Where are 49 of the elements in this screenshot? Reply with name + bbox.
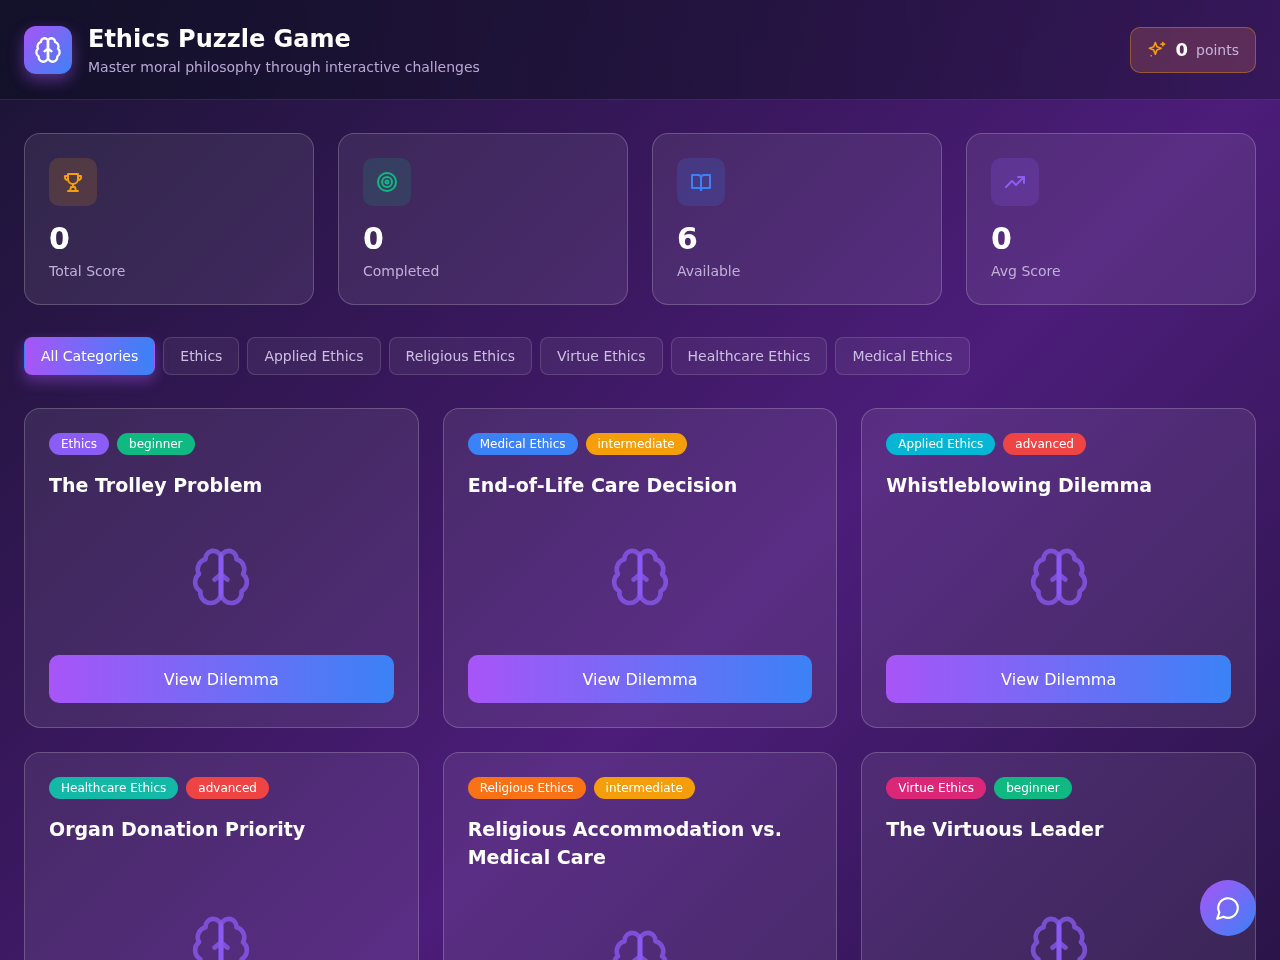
stat-value: 6 — [677, 222, 699, 255]
tag: beginner — [117, 433, 195, 455]
stat-value: 0 — [991, 222, 1013, 255]
category-tab[interactable]: All Categories — [24, 337, 156, 375]
tag: Ethics — [49, 433, 110, 455]
app-title: Ethics Puzzle Game — [88, 24, 352, 53]
dilemma-title: Organ Donation Priority — [49, 817, 307, 842]
tag: intermediate — [593, 777, 695, 799]
view-dilemma-button[interactable]: View Dilemma — [467, 655, 813, 703]
stat-label: Completed — [363, 263, 441, 279]
app-subtitle: Master moral philosophy through interactive challenges — [88, 58, 480, 75]
dilemma-title: Whistleblowing Dilemma — [886, 473, 1154, 498]
tag: Healthcare Ethics — [49, 777, 179, 799]
trend-icon — [991, 158, 1039, 206]
target-icon — [363, 158, 411, 206]
category-tab[interactable]: Ethics — [163, 337, 240, 375]
dilemma-title: The Virtuous Leader — [886, 817, 1105, 842]
dilemma-title: Religious Accommodation vs. Medical Care — [467, 817, 783, 870]
trophy-icon — [49, 158, 97, 206]
tag: Virtue Ethics — [886, 777, 987, 799]
category-tab[interactable]: Religious Ethics — [388, 337, 533, 375]
category-tab[interactable]: Medical Ethics — [835, 337, 970, 375]
category-tab[interactable]: Applied Ethics — [247, 337, 381, 375]
stat-label: Available — [677, 263, 742, 279]
tag: Religious Ethics — [467, 777, 586, 799]
stat-label: Avg Score — [991, 263, 1062, 279]
chat-icon — [1215, 895, 1241, 921]
tag: intermediate — [585, 433, 687, 455]
points-label: points — [1196, 41, 1239, 58]
tag: advanced — [1003, 433, 1086, 455]
view-dilemma-button[interactable]: View Dilemma — [49, 655, 394, 703]
tag: advanced — [186, 777, 269, 799]
brain-icon — [609, 546, 671, 608]
stat-value: 0 — [49, 222, 71, 255]
dilemma-title: The Trolley Problem — [49, 473, 264, 498]
tag: Applied Ethics — [886, 433, 996, 455]
stat-label: Total Score — [49, 263, 127, 279]
stat-value: 0 — [363, 222, 385, 255]
logo-icon — [24, 25, 72, 74]
category-tab[interactable]: Virtue Ethics — [540, 337, 663, 375]
category-tab[interactable]: Healthcare Ethics — [670, 337, 828, 375]
view-dilemma-button[interactable]: View Dilemma — [886, 655, 1231, 703]
tag: Medical Ethics — [467, 433, 578, 455]
book-icon — [677, 158, 725, 206]
chat-button[interactable] — [1200, 880, 1256, 936]
sparkle-icon — [1147, 39, 1168, 60]
points-value: 0 — [1175, 39, 1188, 60]
tag: beginner — [994, 777, 1072, 799]
dilemma-title: End-of-Life Care Decision — [467, 473, 739, 498]
